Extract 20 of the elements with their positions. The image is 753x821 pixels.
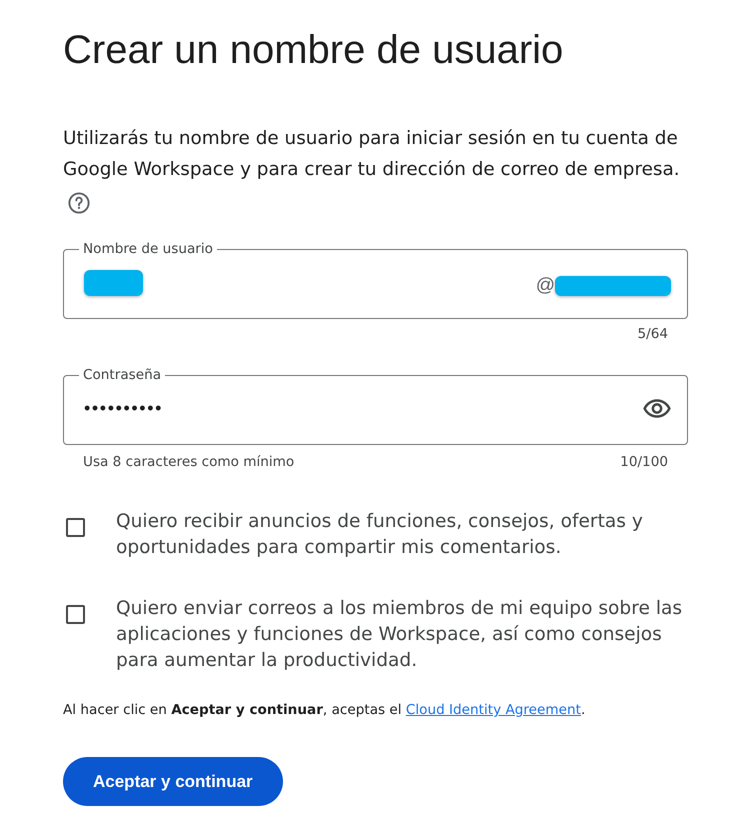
checkbox-label: Quiero recibir anuncios de funciones, consejos, ofertas y oportunidades para compartir mis comentarios.: [116, 510, 644, 560]
username-field[interactable]: Nombre de usuario @: [63, 241, 688, 319]
password-field[interactable]: Contraseña ••••••••••: [63, 367, 688, 445]
field-label: Contraseña: [82, 367, 162, 383]
character-counter: 10/100: [620, 453, 668, 472]
checkbox[interactable]: [66, 605, 85, 624]
help-icon[interactable]: [68, 192, 90, 214]
intro-text: Utilizarás tu nombre de usuario para iniciar sesión en tu cuenta de Google Workspace y para crear tu dirección de correo de empresa.: [63, 127, 681, 182]
checkbox-label: Quiero enviar correos a los miembros de mi equipo sobre las aplicaciones y funciones de Workspace, así como consejos para aumentar la productividad.: [116, 597, 684, 673]
checkbox[interactable]: [66, 518, 85, 537]
agreement-link[interactable]: Cloud Identity Agreement: [406, 702, 581, 718]
page-title: Crear un nombre de usuario: [63, 27, 564, 73]
consent-text: Al hacer clic en Aceptar y continuar, aceptas el Cloud Identity Agreement.: [63, 701, 586, 720]
field-label: Nombre de usuario: [82, 241, 214, 257]
character-counter: 5/64: [637, 325, 668, 344]
helper-text: Usa 8 caracteres como mínimo: [83, 453, 294, 472]
eye-icon[interactable]: [643, 399, 671, 418]
masked-password: ••••••••••: [84, 398, 164, 419]
accept-button[interactable]: Aceptar y continuar: [63, 757, 283, 806]
domain-at-sign: @: [536, 274, 555, 296]
